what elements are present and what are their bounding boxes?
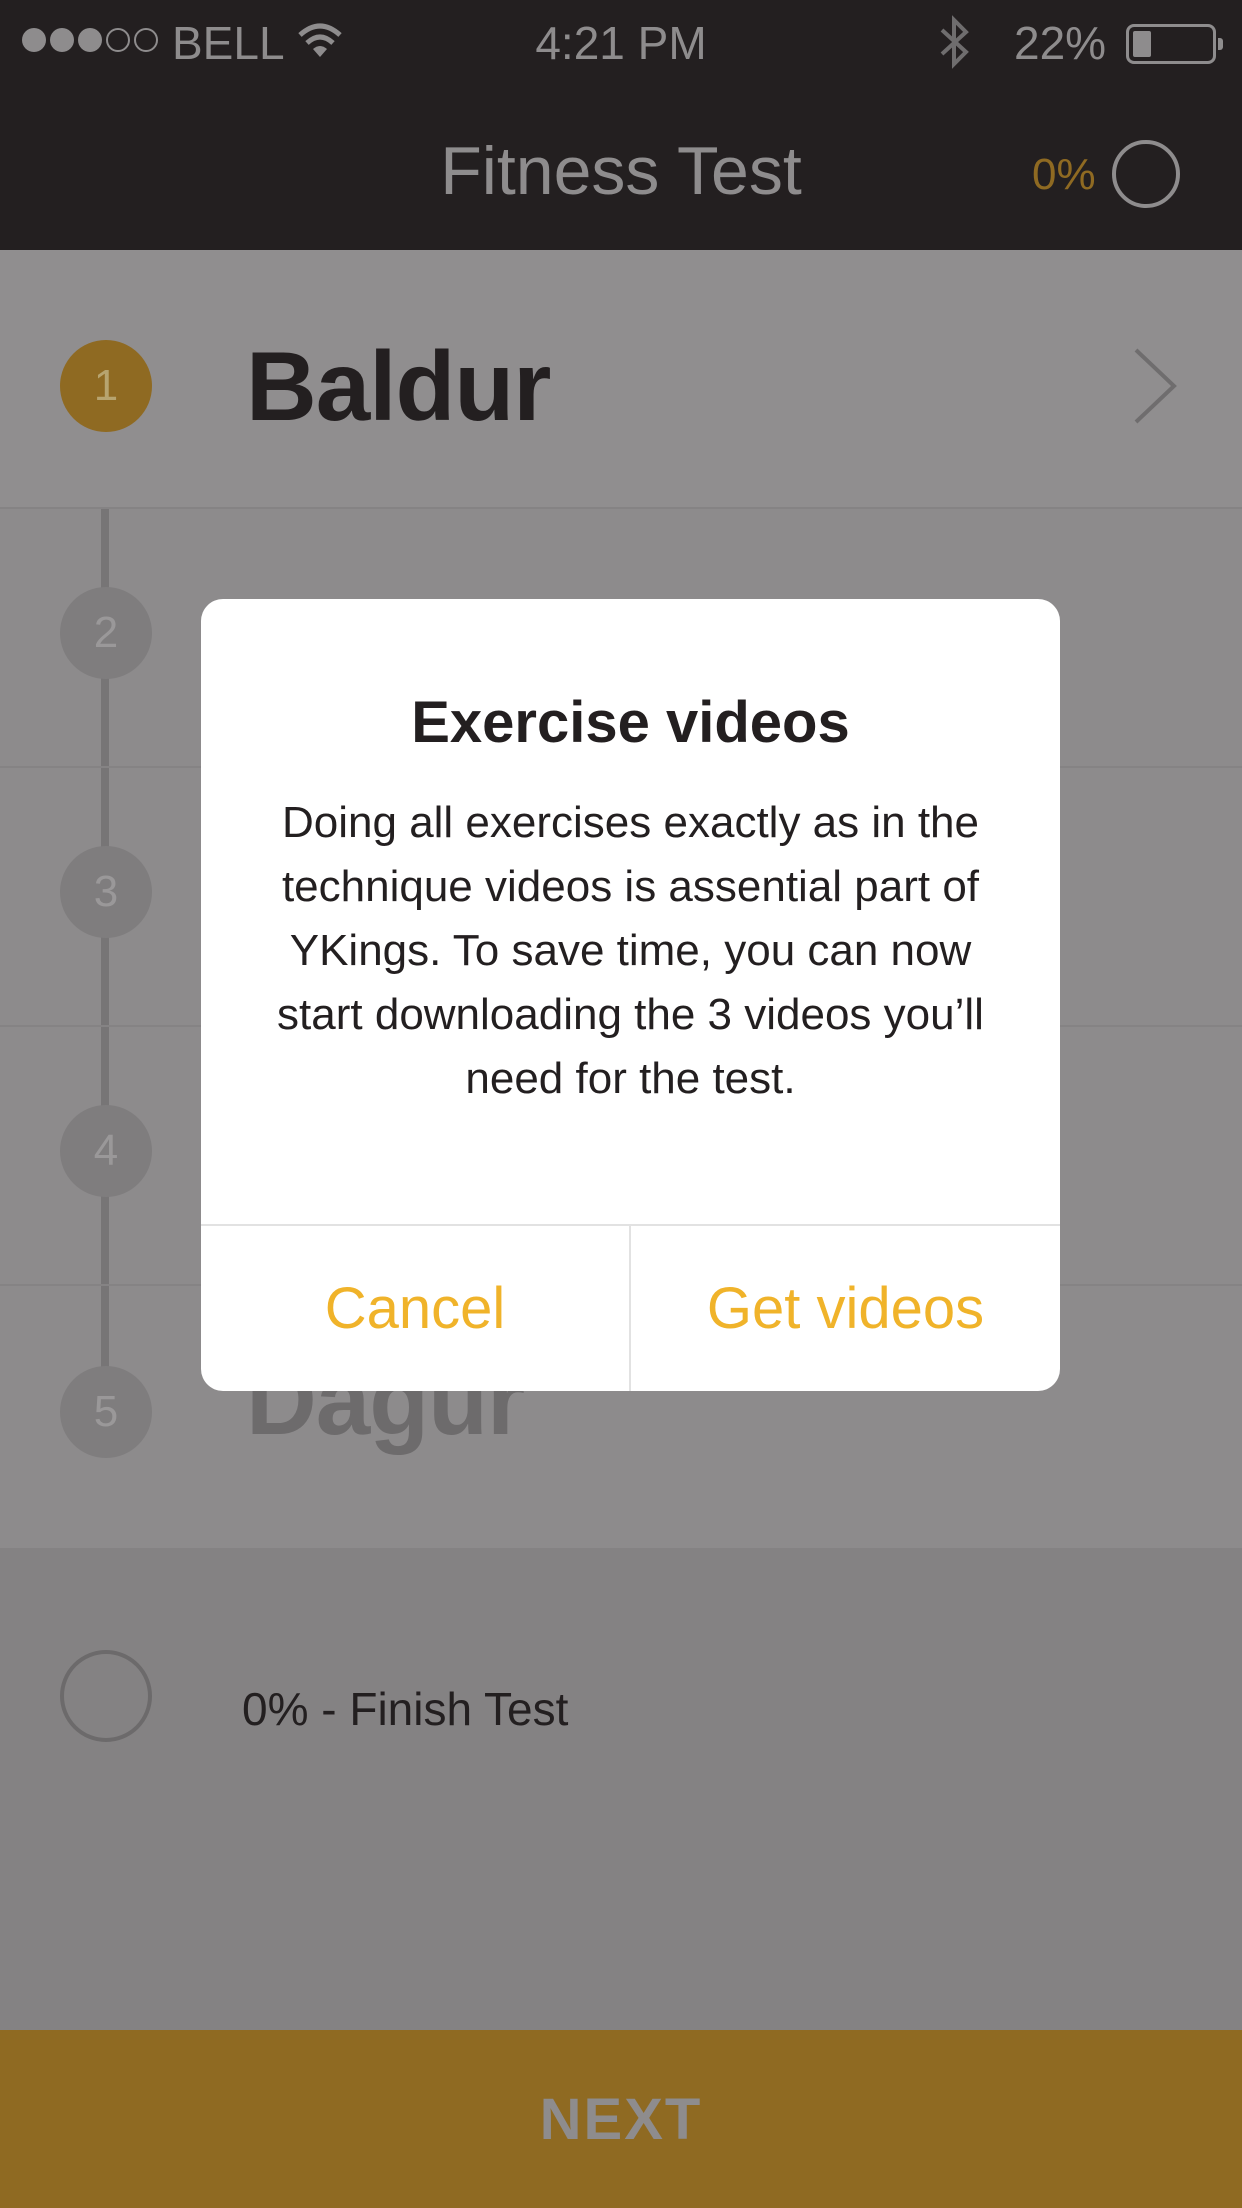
app-header: Fitness Test 0%: [0, 86, 1242, 250]
dialog-title: Exercise videos: [411, 690, 850, 755]
step-number-badge: 4: [60, 1105, 152, 1197]
progress-ring-icon: [1112, 140, 1180, 208]
next-button[interactable]: NEXT: [0, 2030, 1242, 2208]
exercise-videos-dialog: Exercise videos Doing all exercises exac…: [201, 599, 1060, 1391]
dialog-message: Doing all exercises exactly as in the te…: [277, 798, 984, 1103]
step-number-badge: 3: [60, 846, 152, 938]
progress-percentage: 0%: [1032, 150, 1096, 199]
finish-test-row[interactable]: 0% - Finish Test: [0, 1548, 1242, 2030]
next-button-label: NEXT: [539, 2087, 703, 2152]
step-name: Baldur: [246, 331, 551, 441]
bluetooth-icon: [938, 14, 972, 81]
step-number-badge: 1: [60, 340, 152, 432]
battery-icon: [1126, 24, 1223, 64]
chevron-right-icon: [1130, 346, 1180, 431]
step-row-1[interactable]: 1 Baldur: [0, 250, 1242, 509]
status-bar: BELL 4:21 PM 22%: [0, 0, 1242, 86]
step-number-badge: 2: [60, 587, 152, 679]
finish-progress-ring-icon: [60, 1650, 152, 1742]
finish-test-label: 0% - Finish Test: [242, 1683, 569, 1735]
get-videos-button[interactable]: Get videos: [631, 1226, 1060, 1391]
step-number-badge: 5: [60, 1366, 152, 1458]
battery-percentage: 22%: [1014, 17, 1107, 69]
cancel-button[interactable]: Cancel: [201, 1226, 629, 1391]
